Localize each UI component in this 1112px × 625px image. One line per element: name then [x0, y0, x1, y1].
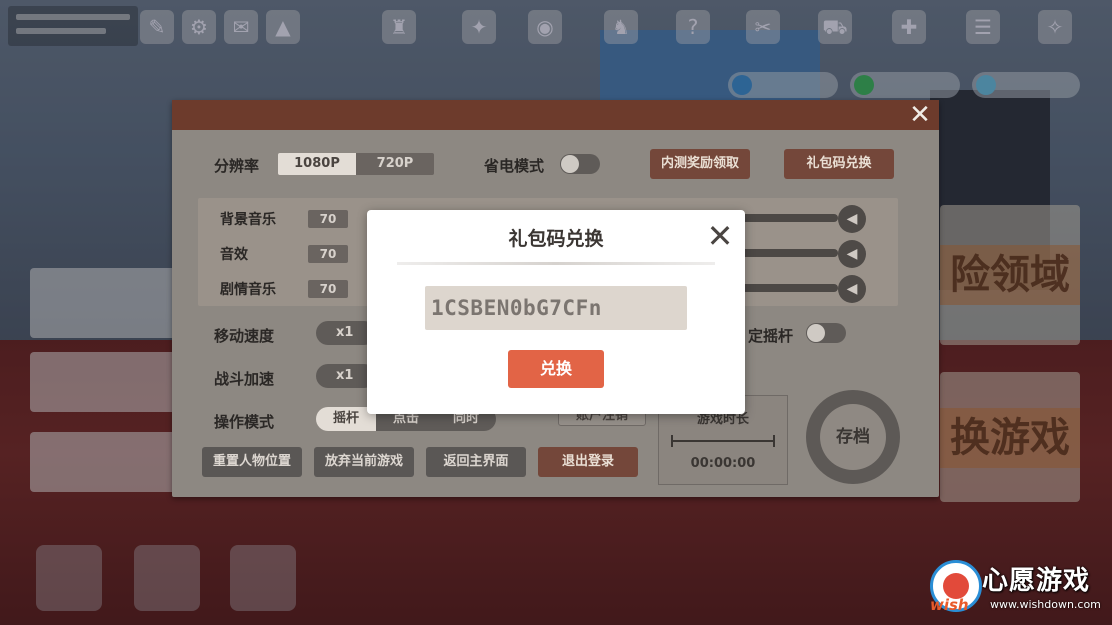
resolution-option-1080p[interactable]: 1080P: [278, 153, 356, 175]
settings-titlebar: [172, 100, 939, 130]
audio-value-story: 70: [308, 280, 348, 298]
beta-reward-button[interactable]: 内测奖励领取: [650, 149, 750, 179]
gift-code-input[interactable]: [425, 286, 687, 330]
return-main-button[interactable]: 返回主界面: [426, 447, 526, 477]
power-saving-toggle[interactable]: [560, 154, 600, 174]
settings-close-icon[interactable]: ✕: [907, 102, 933, 128]
power-saving-label: 省电模式: [484, 157, 545, 175]
abandon-game-button[interactable]: 放弃当前游戏: [314, 447, 414, 477]
play-time-value: 00:00:00: [690, 456, 756, 471]
speaker-icon[interactable]: ◀: [838, 205, 866, 233]
modal-divider: [397, 262, 715, 265]
watermark-wish-text: wish: [930, 596, 969, 614]
reset-position-button[interactable]: 重置人物位置: [202, 447, 302, 477]
move-speed-label: 移动速度: [214, 327, 275, 345]
fixed-joystick-toggle[interactable]: [806, 323, 846, 343]
audio-value-sfx: 70: [308, 245, 348, 263]
fixed-joystick-label: 定摇杆: [748, 327, 794, 345]
redeem-button[interactable]: 兑换: [508, 350, 604, 388]
watermark-brand: 心愿游戏: [982, 566, 1091, 596]
resolution-selector: 1080P 720P: [278, 153, 434, 175]
audio-value-bgm: 70: [308, 210, 348, 228]
audio-label-bgm: 背景音乐: [220, 212, 276, 228]
speaker-icon[interactable]: ◀: [838, 275, 866, 303]
gift-code-button[interactable]: 礼包码兑换: [784, 149, 894, 179]
bgm-volume-slider[interactable]: [738, 214, 838, 222]
battle-speed-label: 战斗加速: [214, 370, 275, 388]
speaker-icon[interactable]: ◀: [838, 240, 866, 268]
close-icon[interactable]: ✕: [704, 220, 736, 252]
watermark-url: www.wishdown.com: [990, 598, 1101, 611]
gift-code-modal: 礼包码兑换 ✕ 兑换: [367, 210, 745, 414]
play-time-bar: [671, 435, 775, 447]
resolution-option-720p[interactable]: 720P: [356, 153, 434, 175]
story-volume-slider[interactable]: [738, 284, 838, 292]
save-label: 存档: [820, 404, 886, 470]
sfx-volume-slider[interactable]: [738, 249, 838, 257]
logout-button[interactable]: 退出登录: [538, 447, 638, 477]
watermark: wish 心愿游戏 www.wishdown.com: [930, 558, 1105, 620]
save-button[interactable]: 存档: [806, 390, 900, 484]
audio-label-sfx: 音效: [220, 247, 248, 263]
control-mode-label: 操作模式: [214, 413, 275, 431]
resolution-label: 分辨率: [214, 157, 260, 175]
modal-title: 礼包码兑换: [508, 228, 604, 250]
audio-label-story: 剧情音乐: [220, 282, 276, 298]
